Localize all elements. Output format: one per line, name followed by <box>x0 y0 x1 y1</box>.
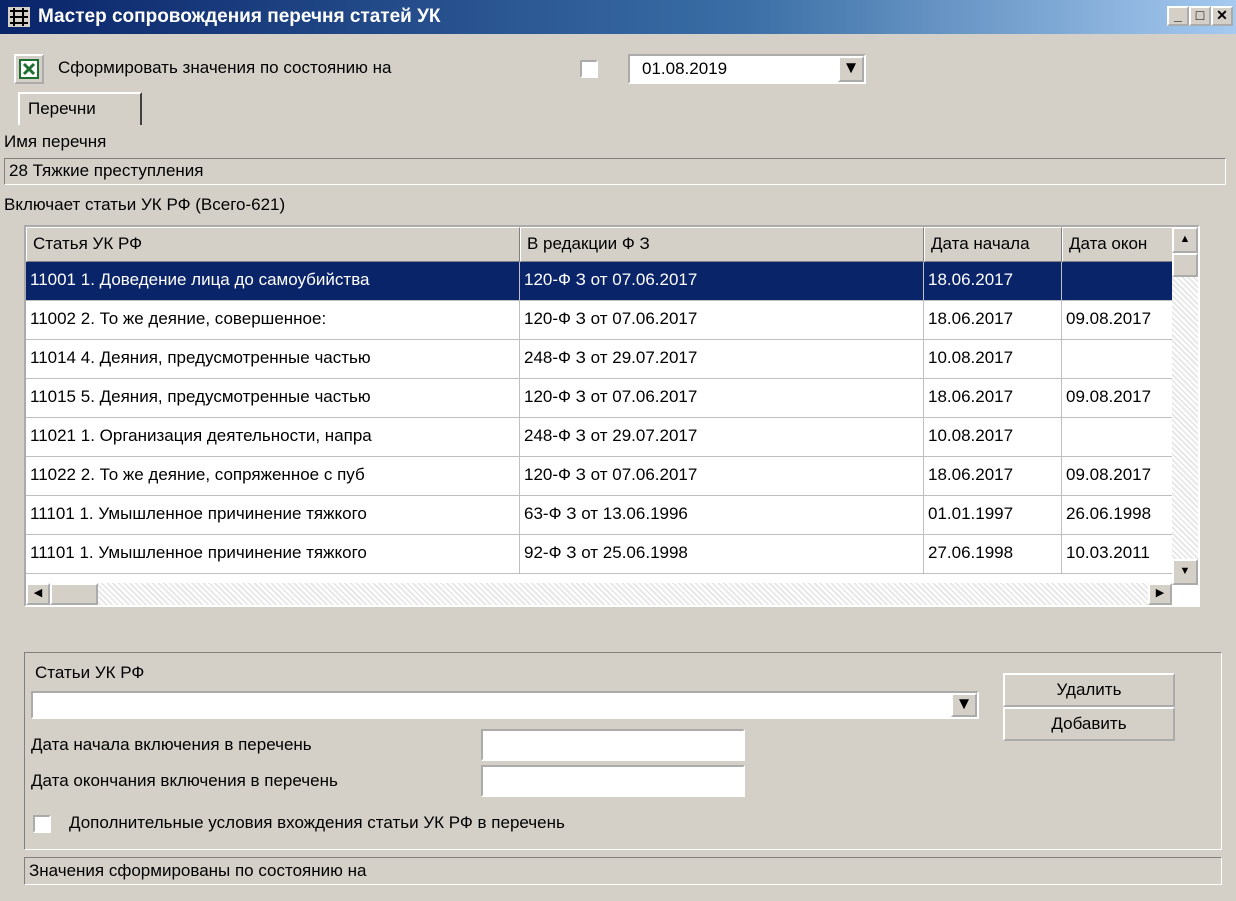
maximize-button[interactable]: □ <box>1189 6 1211 26</box>
add-button[interactable]: Добавить <box>1003 707 1175 741</box>
cell-article[interactable]: 11015 5. Деяния, предусмотренные частью <box>26 379 520 418</box>
cell-end-date[interactable]: 10.03.2011 <box>1062 535 1186 574</box>
article-editor-group: Статьи УК РФ ▼ Удалить Добавить Дата нач… <box>24 652 1222 850</box>
cell-end-date[interactable]: 09.08.2017 <box>1062 457 1186 496</box>
excel-icon <box>19 59 39 79</box>
cell-law[interactable]: 120-Ф З от 07.06.2017 <box>520 301 924 340</box>
window-title: Мастер сопровождения перечня статей УК <box>38 6 441 27</box>
cell-end-date[interactable] <box>1062 340 1186 379</box>
articles-count-label: Включает статьи УК РФ (Всего-621) <box>4 195 286 214</box>
state-date-combobox[interactable]: 01.08.2019 ▼ <box>628 54 866 84</box>
horizontal-scroll-thumb[interactable] <box>50 583 98 605</box>
table-row[interactable]: 11002 2. То же деяние, совершенное: 120-Ф… <box>26 301 1190 340</box>
cell-article[interactable]: 11014 4. Деяния, предусмотренные частью <box>26 340 520 379</box>
cell-end-date[interactable] <box>1062 418 1186 457</box>
state-date-value: 01.08.2019 <box>642 59 728 78</box>
arrow-left-icon: ◀ <box>33 587 43 599</box>
app-icon <box>8 7 30 27</box>
export-excel-button[interactable] <box>14 54 44 84</box>
cell-article[interactable]: 11101 1. Умышленное причинение тяжкого <box>26 496 520 535</box>
cell-start-date[interactable]: 18.06.2017 <box>924 262 1062 301</box>
tab-lists[interactable]: Перечни <box>18 92 142 125</box>
articles-combo-label: Статьи УК РФ <box>35 663 145 682</box>
cell-article[interactable]: 11001 1. Доведение лица до самоубийства <box>26 262 520 301</box>
cell-end-date[interactable]: 09.08.2017 <box>1062 301 1186 340</box>
arrow-down-icon: ▼ <box>1179 565 1191 577</box>
cell-law[interactable]: 120-Ф З от 07.06.2017 <box>520 262 924 301</box>
table-row[interactable]: 11015 5. Деяния, предусмотренные частью 1… <box>26 379 1190 418</box>
cell-law[interactable]: 92-Ф З от 25.06.1998 <box>520 535 924 574</box>
table-row[interactable]: 11101 1. Умышленное причинение тяжкого 63… <box>26 496 1190 535</box>
cell-law[interactable]: 120-Ф З от 07.06.2017 <box>520 379 924 418</box>
table-row[interactable]: 11101 1. Умышленное причинение тяжкого 92… <box>26 535 1190 574</box>
scroll-thumb[interactable] <box>1172 253 1198 277</box>
status-bar: Значения сформированы по состоянию на <box>24 857 1222 885</box>
cell-article[interactable]: 11022 2. То же деяние, сопряженное с пуб <box>26 457 520 496</box>
scroll-left-button[interactable]: ◀ <box>26 583 50 605</box>
table-row[interactable]: 11014 4. Деяния, предусмотренные частью 2… <box>26 340 1190 379</box>
start-date-label: Дата начала включения в перечень <box>31 735 312 754</box>
articles-dropdown-button[interactable]: ▼ <box>951 693 977 717</box>
delete-button[interactable]: Удалить <box>1003 673 1175 707</box>
horizontal-scrollbar[interactable]: ◀ ▶ <box>26 583 1172 605</box>
date-dropdown-button[interactable]: ▼ <box>838 56 864 82</box>
list-name-label: Имя перечня <box>4 132 107 151</box>
articles-table[interactable]: Статья УК РФ В редакции Ф З Дата начала … <box>24 225 1200 607</box>
extra-conditions-label: Дополнительные условия вхождения статьи … <box>69 813 565 832</box>
cell-start-date[interactable]: 10.08.2017 <box>924 340 1062 379</box>
arrow-right-icon: ▶ <box>1155 587 1165 599</box>
cell-law[interactable]: 248-Ф З от 29.07.2017 <box>520 418 924 457</box>
cell-end-date[interactable] <box>1062 262 1186 301</box>
table-row[interactable]: 11022 2. То же деяние, сопряженное с пуб… <box>26 457 1190 496</box>
table-row[interactable]: 11001 1. Доведение лица до самоубийства 1… <box>26 262 1190 301</box>
arrow-up-icon: ▲ <box>1179 233 1191 245</box>
cell-start-date[interactable]: 01.01.1997 <box>924 496 1062 535</box>
form-values-label: Сформировать значения по состоянию на <box>58 58 392 77</box>
column-header-end-date[interactable]: Дата окон <box>1062 227 1186 262</box>
list-name-value: 28 Тяжкие преступления <box>9 161 204 180</box>
chevron-down-icon: ▼ <box>955 694 973 713</box>
cell-end-date[interactable]: 26.06.1998 <box>1062 496 1186 535</box>
column-header-start-date[interactable]: Дата начала <box>924 227 1062 262</box>
cell-end-date[interactable]: 09.08.2017 <box>1062 379 1186 418</box>
cell-law[interactable]: 63-Ф З от 13.06.1996 <box>520 496 924 535</box>
extra-conditions-checkbox[interactable] <box>33 815 51 833</box>
start-date-input[interactable] <box>481 729 745 761</box>
cell-start-date[interactable]: 18.06.2017 <box>924 457 1062 496</box>
list-name-field: 28 Тяжкие преступления <box>4 158 1226 185</box>
cell-start-date[interactable]: 27.06.1998 <box>924 535 1062 574</box>
cell-article[interactable]: 11002 2. То же деяние, совершенное: <box>26 301 520 340</box>
cell-start-date[interactable]: 10.08.2017 <box>924 418 1062 457</box>
articles-combobox[interactable]: ▼ <box>31 691 979 719</box>
cell-article[interactable]: 11101 1. Умышленное причинение тяжкого <box>26 535 520 574</box>
scroll-down-button[interactable]: ▼ <box>1172 559 1198 585</box>
end-date-label: Дата окончания включения в перечень <box>31 771 338 790</box>
end-date-input[interactable] <box>481 765 745 797</box>
title-bar[interactable]: Мастер сопровождения перечня статей УК _… <box>0 0 1236 34</box>
cell-law[interactable]: 120-Ф З от 07.06.2017 <box>520 457 924 496</box>
column-header-law[interactable]: В редакции Ф З <box>520 227 924 262</box>
status-text: Значения сформированы по состоянию на <box>29 861 367 880</box>
cell-start-date[interactable]: 18.06.2017 <box>924 379 1062 418</box>
minimize-button[interactable]: _ <box>1167 6 1189 26</box>
tab-lists-label: Перечни <box>28 99 96 118</box>
cell-article[interactable]: 11021 1. Организация деятельности, напра <box>26 418 520 457</box>
form-values-checkbox[interactable] <box>580 60 598 78</box>
table-row[interactable]: 11021 1. Организация деятельности, напра… <box>26 418 1190 457</box>
chevron-down-icon: ▼ <box>842 58 860 77</box>
cell-start-date[interactable]: 18.06.2017 <box>924 301 1062 340</box>
scroll-up-button[interactable]: ▲ <box>1172 227 1198 253</box>
close-button[interactable]: ✕ <box>1211 6 1233 26</box>
column-header-article[interactable]: Статья УК РФ <box>26 227 520 262</box>
scroll-right-button[interactable]: ▶ <box>1148 583 1172 605</box>
vertical-scrollbar[interactable]: ▲ ▼ <box>1172 227 1198 585</box>
cell-law[interactable]: 248-Ф З от 29.07.2017 <box>520 340 924 379</box>
